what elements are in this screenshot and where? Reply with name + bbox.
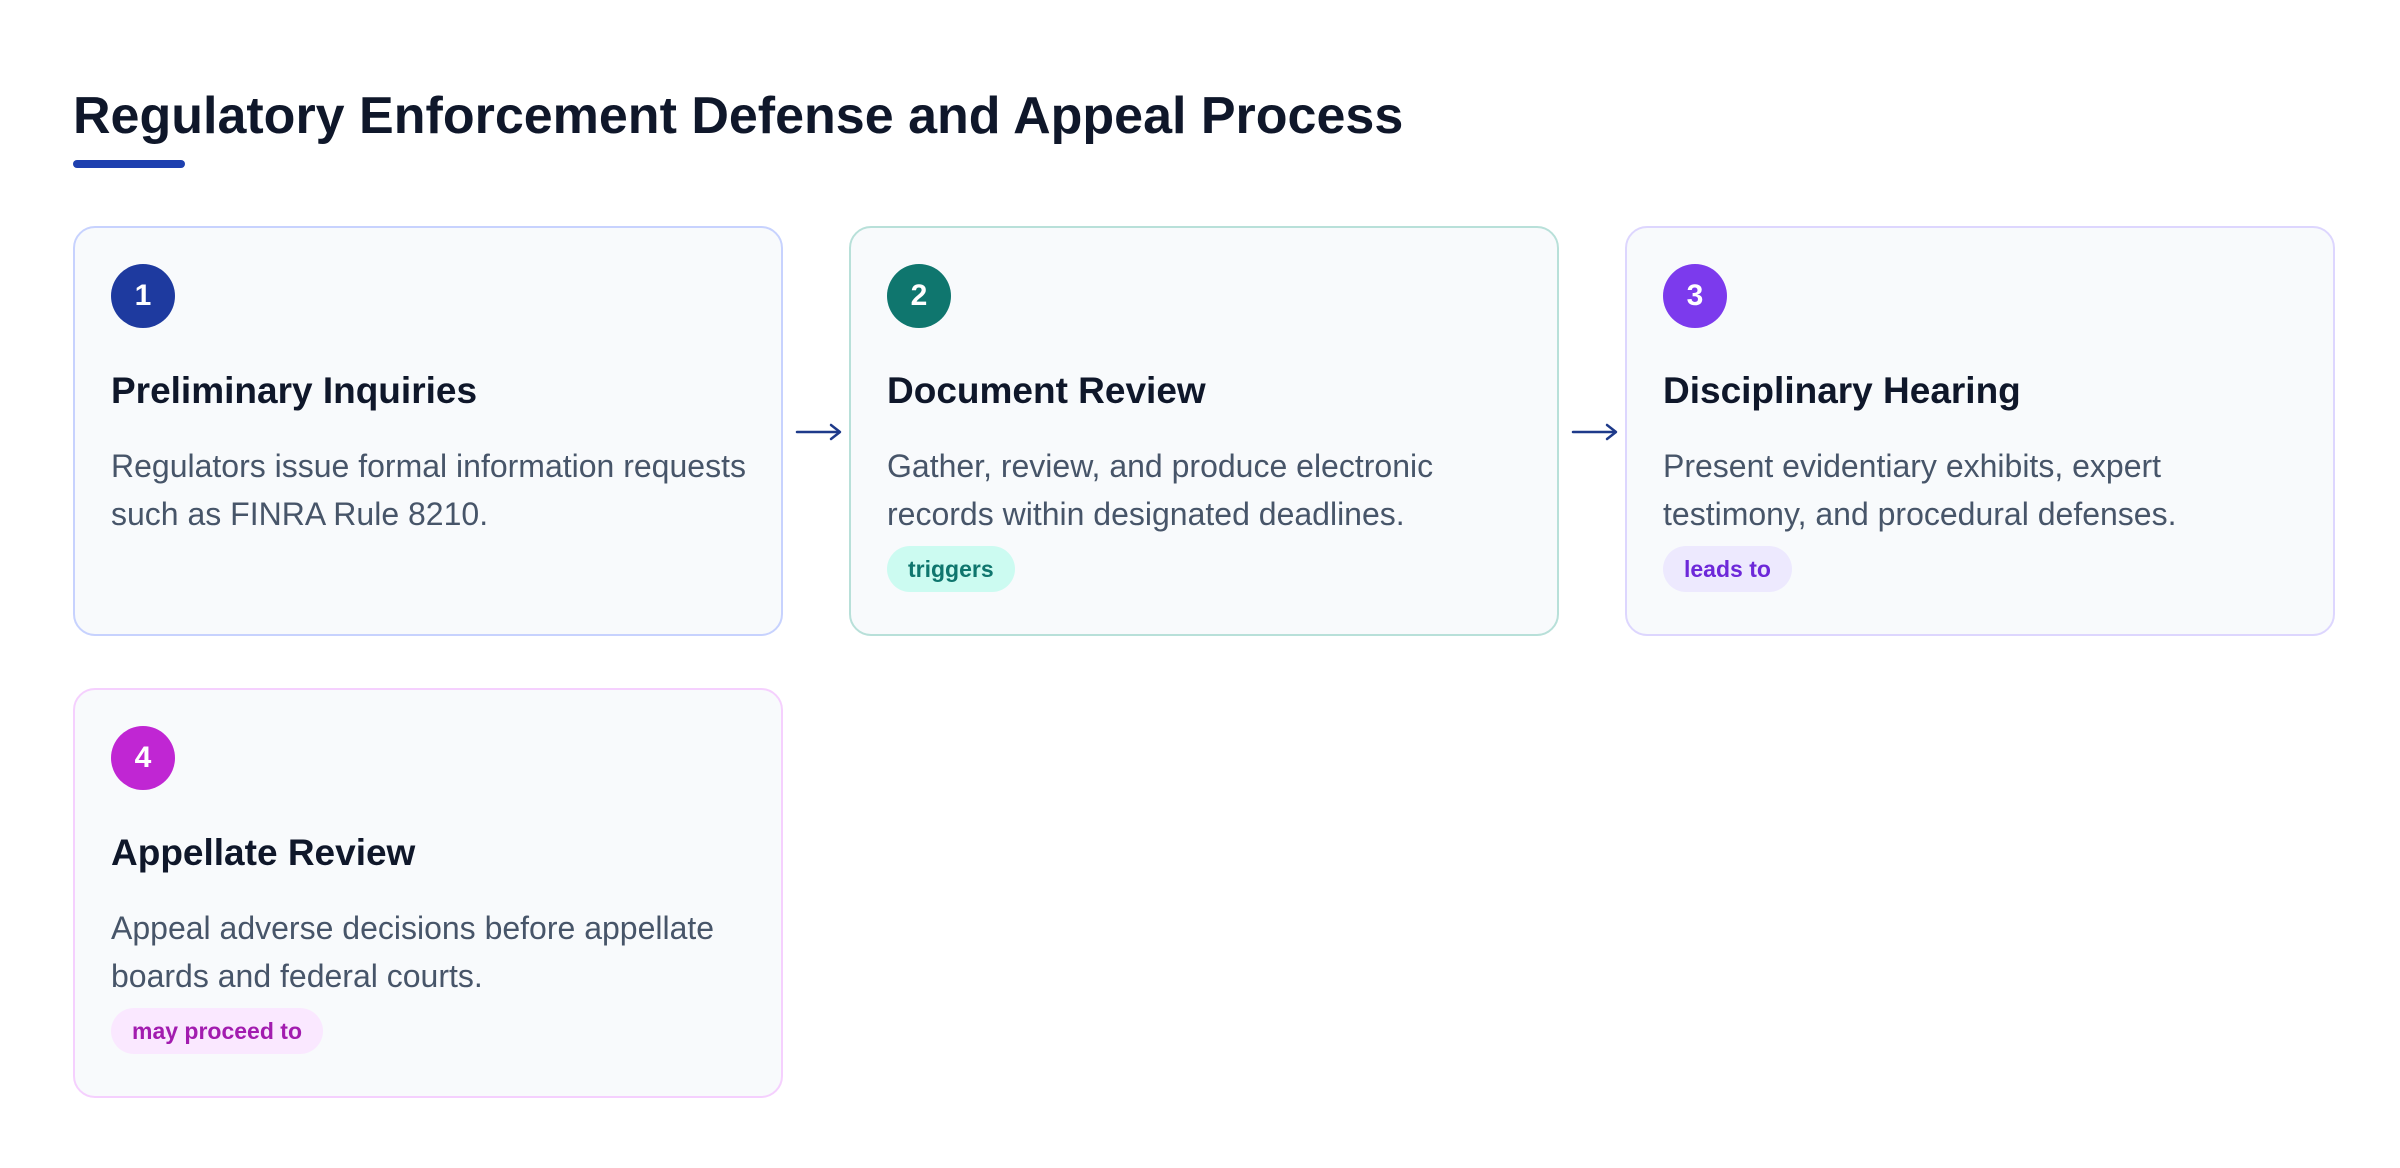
step-number-badge: 3 xyxy=(1663,264,1727,328)
step-description: Present evidentiary exhibits, expert tes… xyxy=(1663,448,2177,532)
step-card-document-review: 2 Document Review Gather, review, and pr… xyxy=(849,226,1559,636)
step-title: Disciplinary Hearing xyxy=(1663,370,2021,411)
step-number-badge: 4 xyxy=(111,726,175,790)
relation-tag: leads to xyxy=(1663,546,1792,592)
step-title: Preliminary Inquiries xyxy=(111,370,478,411)
step-number-badge: 2 xyxy=(887,264,951,328)
step-title: Document Review xyxy=(887,370,1206,411)
step-number-badge: 1 xyxy=(111,264,175,328)
process-diagram: Regulatory Enforcement Defense and Appea… xyxy=(0,0,2400,1168)
step-description: Regulators issue formal information requ… xyxy=(111,448,746,532)
step-card-disciplinary-hearing: 3 Disciplinary Hearing Present evidentia… xyxy=(1625,226,2335,636)
page-title: Regulatory Enforcement Defense and Appea… xyxy=(73,87,1404,145)
right-arrow-icon xyxy=(1571,423,1618,441)
step-card-appellate-review: 4 Appellate Review Appeal adverse decisi… xyxy=(73,688,783,1098)
title-underline xyxy=(73,160,185,168)
step-card-preliminary-inquiries: 1 Preliminary Inquiries Regulators issue… xyxy=(73,226,783,636)
relation-tag: may proceed to xyxy=(111,1008,323,1054)
step-description: Gather, review, and produce electronic r… xyxy=(887,448,1434,532)
step-title: Appellate Review xyxy=(111,832,416,873)
relation-tag: triggers xyxy=(887,546,1015,592)
right-arrow-icon xyxy=(795,423,842,441)
step-description: Appeal adverse decisions before appellat… xyxy=(111,910,715,994)
